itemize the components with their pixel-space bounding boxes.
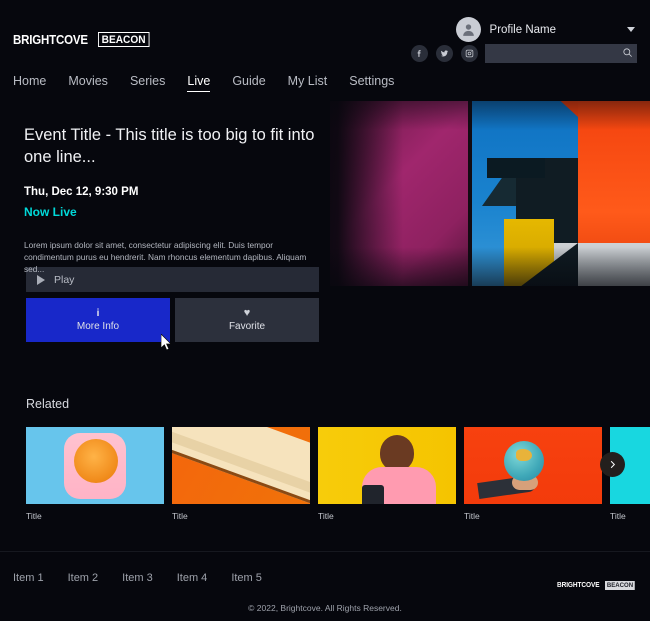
favorite-button[interactable]: ♥ Favorite — [175, 298, 319, 342]
footer-link-item-5[interactable]: Item 5 — [231, 572, 262, 584]
more-info-button[interactable]: i More Info — [26, 298, 170, 342]
brightcove-beacon-logo[interactable]: BRIGHTCOVE BEACON — [13, 31, 154, 48]
footer-link-item-3[interactable]: Item 3 — [122, 572, 153, 584]
card-title: Title — [464, 511, 602, 521]
nav-item-settings[interactable]: Settings — [349, 74, 394, 92]
search-bar[interactable] — [485, 44, 637, 63]
logo-beacon-badge: BEACON — [98, 32, 149, 47]
play-triangle-icon — [37, 275, 45, 285]
footer-divider — [0, 551, 650, 552]
heart-icon: ♥ — [244, 308, 251, 319]
more-info-button-label: More Info — [77, 321, 119, 332]
footer-links: Item 1 Item 2 Item 3 Item 4 Item 5 — [13, 572, 262, 584]
card-thumbnail[interactable] — [26, 427, 164, 504]
profile-name-label: Profile Name — [490, 24, 556, 36]
related-heading: Related — [26, 397, 69, 411]
search-input[interactable] — [490, 48, 622, 59]
card-title: Title — [318, 511, 456, 521]
event-description: Lorem ipsum dolor sit amet, consectetur … — [24, 239, 320, 275]
carousel-next-button[interactable] — [600, 452, 625, 477]
card-thumbnail[interactable] — [464, 427, 602, 504]
facebook-icon[interactable] — [411, 45, 428, 62]
profile-menu[interactable]: Profile Name — [456, 17, 635, 42]
app-header: BRIGHTCOVE BEACON Profile Name — [0, 0, 650, 95]
list-item[interactable]: Title — [318, 427, 456, 521]
mouse-cursor-icon — [161, 334, 173, 356]
favorite-button-label: Favorite — [229, 321, 265, 332]
nav-item-guide[interactable]: Guide — [232, 74, 265, 92]
hero-text-block: Event Title - This title is too big to f… — [24, 124, 324, 275]
list-item[interactable]: Title — [464, 427, 602, 521]
footer-link-item-1[interactable]: Item 1 — [13, 572, 44, 584]
search-icon[interactable] — [622, 45, 633, 63]
nav-item-series[interactable]: Series — [130, 74, 165, 92]
info-i-icon: i — [97, 309, 100, 319]
chevron-right-icon — [607, 459, 618, 470]
event-datetime: Thu, Dec 12, 9:30 PM — [24, 186, 324, 198]
nav-item-home[interactable]: Home — [13, 74, 46, 92]
social-links — [411, 45, 478, 62]
play-button-label: Play — [54, 274, 74, 286]
card-thumbnail[interactable] — [318, 427, 456, 504]
twitter-icon[interactable] — [436, 45, 453, 62]
footer-logo-beacon-badge: BEACON — [605, 581, 635, 590]
page-title: Event Title - This title is too big to f… — [24, 124, 324, 168]
card-title: Title — [172, 511, 310, 521]
copyright-text: © 2022, Brightcove. All Rights Reserved. — [0, 603, 650, 613]
list-item[interactable]: Title — [172, 427, 310, 521]
logo-wordmark: BRIGHTCOVE — [13, 33, 88, 47]
card-title: Title — [610, 511, 650, 521]
user-avatar-icon — [456, 17, 481, 42]
card-thumbnail[interactable] — [172, 427, 310, 504]
footer-link-item-4[interactable]: Item 4 — [177, 572, 208, 584]
instagram-icon[interactable] — [461, 45, 478, 62]
related-carousel[interactable]: Title Title Title Title Title — [26, 427, 650, 521]
list-item[interactable]: Title — [26, 427, 164, 521]
app-root: BRIGHTCOVE BEACON Profile Name — [0, 0, 650, 621]
nav-item-my-list[interactable]: My List — [288, 74, 328, 92]
footer-brightcove-beacon-logo: BRIGHTCOVE BEACON — [557, 581, 637, 590]
footer-logo-wordmark: BRIGHTCOVE — [557, 582, 599, 589]
card-title: Title — [26, 511, 164, 521]
main-nav: Home Movies Series Live Guide My List Se… — [13, 74, 394, 92]
nav-item-movies[interactable]: Movies — [68, 74, 108, 92]
chevron-down-icon[interactable] — [627, 27, 635, 32]
nav-item-live[interactable]: Live — [187, 74, 210, 92]
status-badge: Now Live — [24, 205, 324, 219]
footer-link-item-2[interactable]: Item 2 — [68, 572, 99, 584]
